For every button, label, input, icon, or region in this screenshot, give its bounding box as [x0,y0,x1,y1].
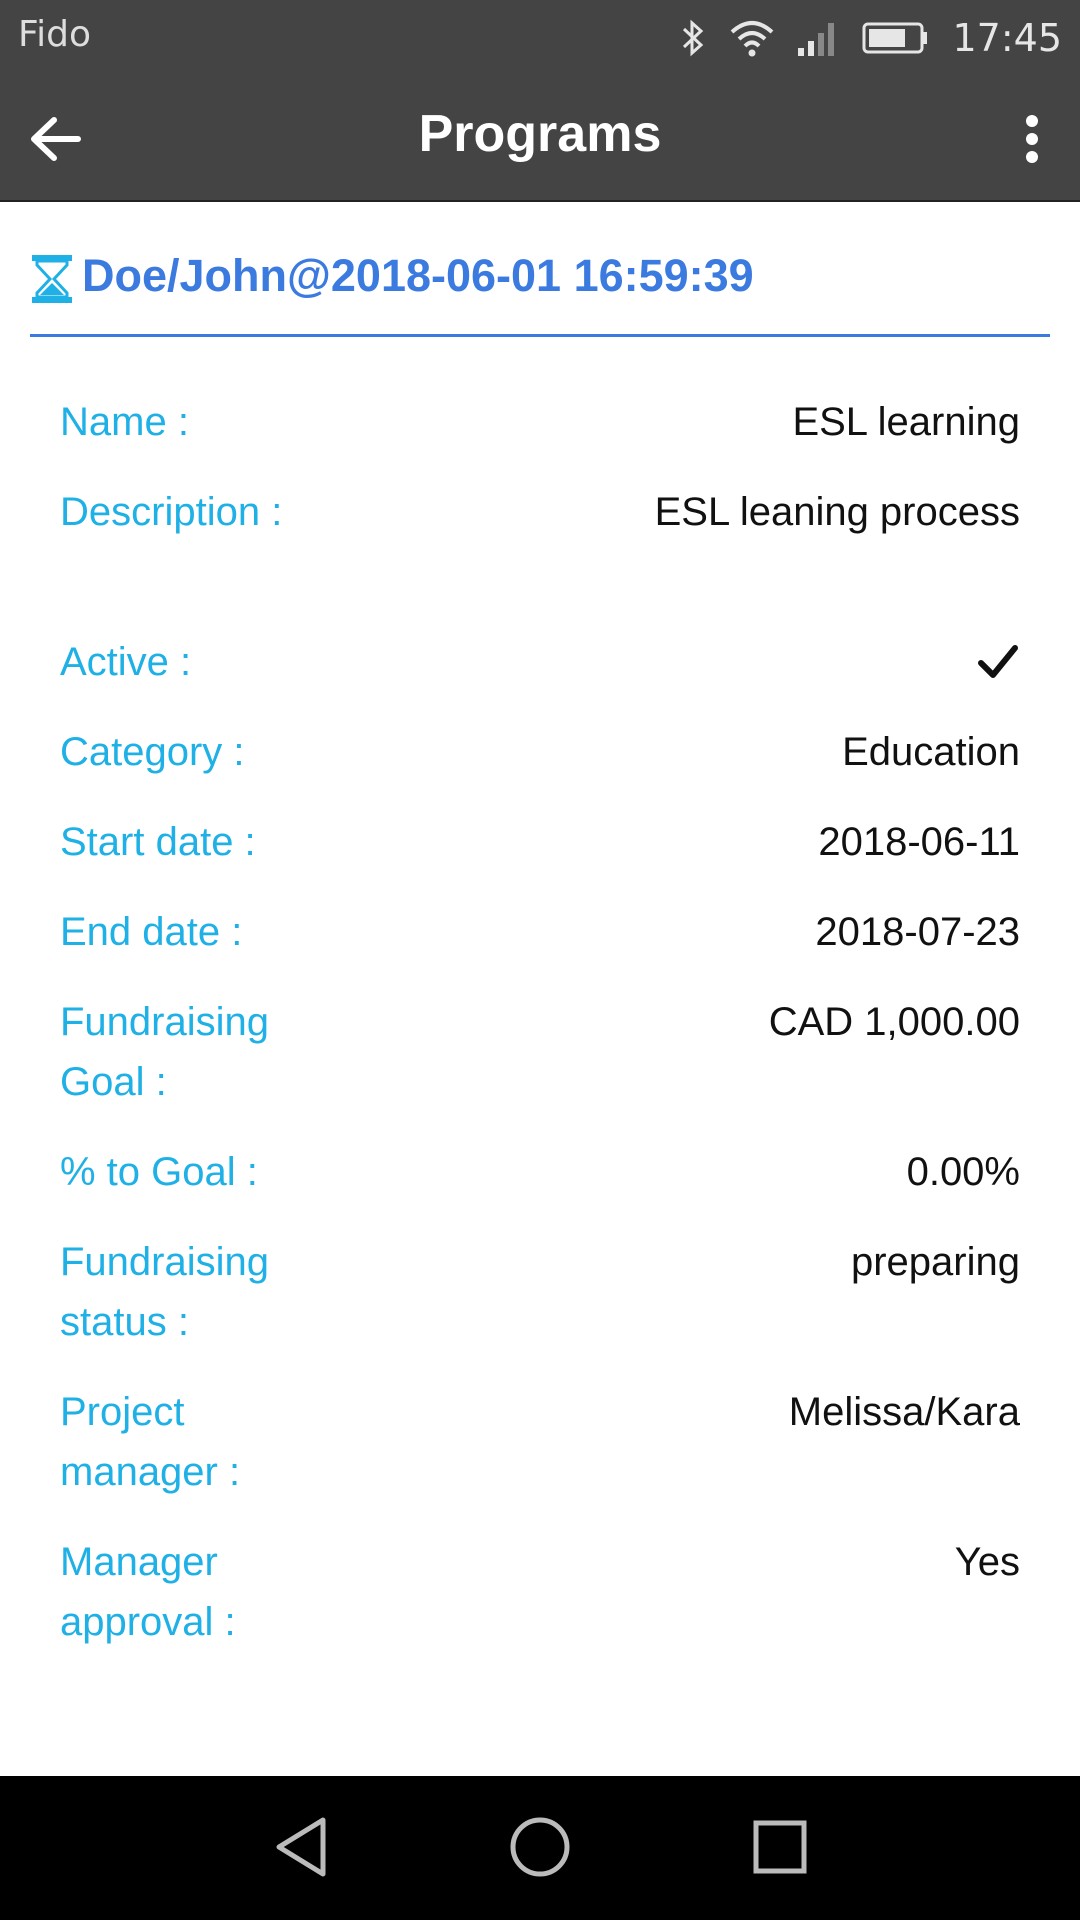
field-label: End date : [60,910,243,954]
field-label: Name : [60,400,189,444]
recents-square-icon [753,1820,807,1874]
battery-icon [862,20,930,56]
field-row-fundraising-goal: Fundraising Goal : CAD 1,000.00 [60,992,1020,1142]
field-value: CAD 1,000.00 [768,1000,1020,1044]
back-triangle-icon [276,1817,326,1877]
field-value: Education [842,730,1020,774]
field-row-project-manager: Project manager : Melissa/Kara [60,1382,1020,1532]
field-value: Melissa/Kara [788,1390,1020,1434]
field-value: Yes [954,1540,1020,1584]
nav-recents-button[interactable] [745,1812,815,1882]
field-value: 2018-07-23 [815,910,1020,954]
detail-list: Name : ESL learning Description : ESL le… [60,392,1020,1682]
field-label: Category : [60,730,245,774]
field-label: Description : [60,490,283,534]
field-value: 0.00% [906,1150,1020,1194]
signal-icon [796,18,840,58]
page-title: Programs [418,105,662,163]
field-label: Fundraising status : [60,1240,270,1344]
overflow-menu-button[interactable] [1002,100,1062,178]
bluetooth-icon [678,18,708,58]
field-label: Active : [60,640,192,684]
app-bar: Programs [0,76,1080,202]
field-row-name: Name : ESL learning [60,392,1020,482]
status-time: 17:45 [952,16,1062,60]
field-row-category: Category : Education [60,722,1020,812]
field-label: Start date : [60,820,256,864]
home-circle-icon [510,1817,570,1877]
checkmark-icon [978,645,1018,678]
field-row-percent-to-goal: % to Goal : 0.00% [60,1142,1020,1232]
field-row-description: Description : ESL leaning process [60,482,1020,632]
more-vert-icon [1026,115,1038,163]
field-row-active: Active : [60,632,1020,722]
nav-home-button[interactable] [505,1812,575,1882]
status-bar: Fido 17:45 [0,0,1080,76]
nav-back-button[interactable] [266,1812,336,1882]
wifi-icon [730,18,774,58]
carrier-name: Fido [18,14,91,55]
hourglass-icon [32,255,72,303]
field-row-end-date: End date : 2018-07-23 [60,902,1020,992]
field-label: Manager approval : [60,1540,236,1644]
system-nav-bar [0,1776,1080,1920]
field-row-manager-approval: Manager approval : Yes [60,1532,1020,1682]
field-value: preparing [850,1240,1020,1284]
field-label: Fundraising Goal : [60,1000,270,1104]
field-row-start-date: Start date : 2018-06-11 [60,812,1020,902]
field-value: ESL learning [792,400,1020,444]
field-row-fundraising-status: Fundraising status : preparing [60,1232,1020,1382]
field-value: 2018-06-11 [818,820,1020,864]
status-icons: 17:45 [678,10,1062,66]
field-value: ESL leaning process [654,490,1020,534]
field-label: % to Goal : [60,1150,258,1194]
record-title: Doe/John@2018-06-01 16:59:39 [82,250,754,301]
record-header: Doe/John@2018-06-01 16:59:39 [30,245,1050,337]
field-label: Project manager : [60,1390,241,1494]
